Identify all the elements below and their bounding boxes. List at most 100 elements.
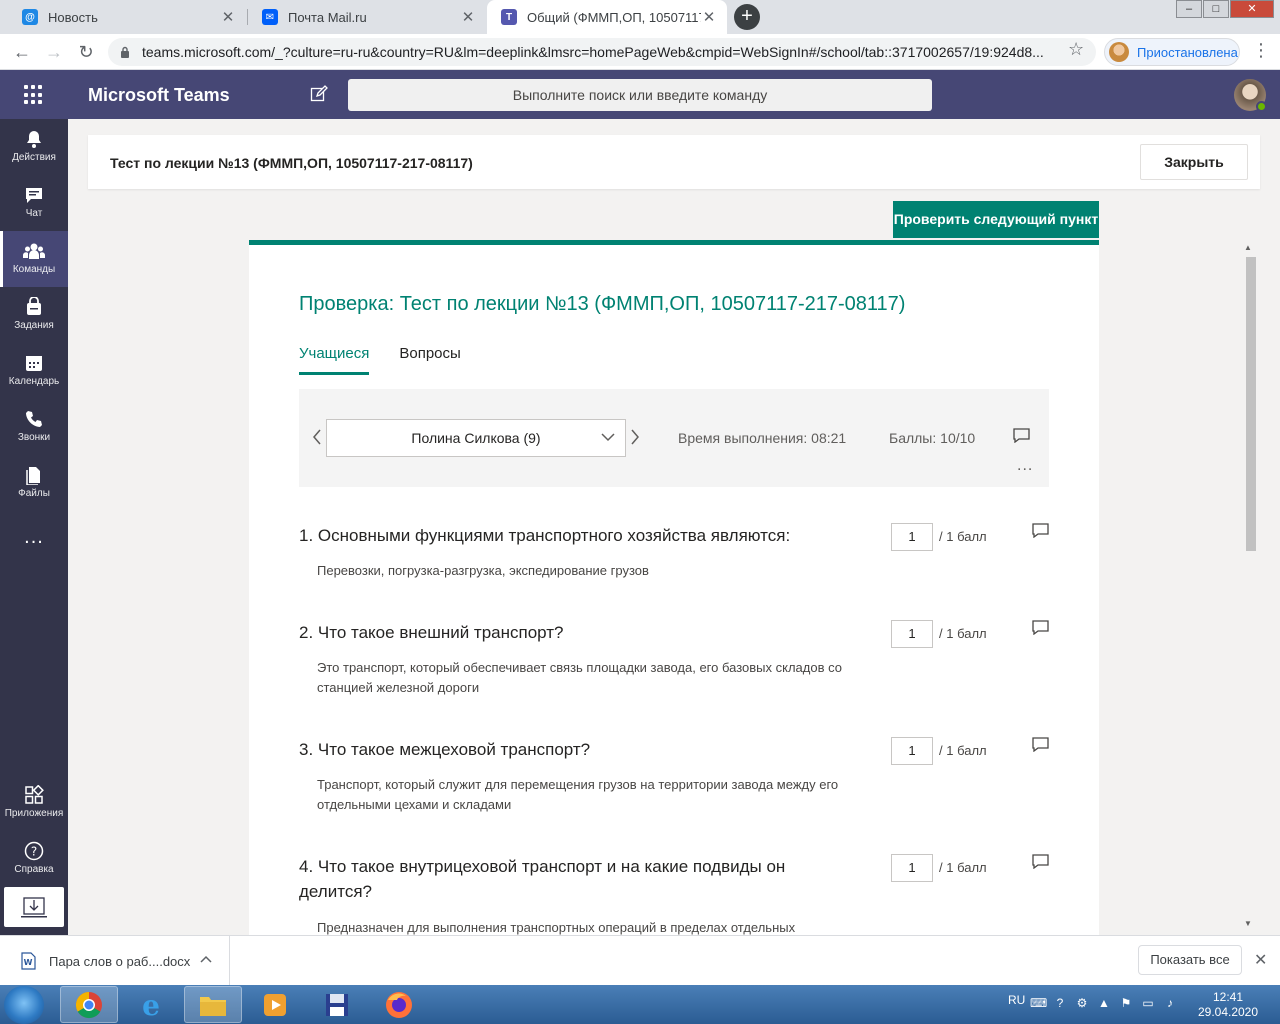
minimize-button[interactable]: – [1176,0,1202,18]
comment-icon[interactable] [1032,523,1049,538]
rail-item-calls[interactable]: Звонки [0,399,68,455]
network-icon[interactable]: ▭ [1140,995,1156,1011]
taskbar-save[interactable] [308,986,366,1023]
browser-tab-news[interactable]: @ Новость ✕ [8,0,246,34]
close-tab-icon[interactable]: ✕ [701,8,717,26]
student-dropdown[interactable]: Полина Силкова (9) [326,419,626,457]
review-next-button[interactable]: Проверить следующий пункт [893,201,1099,238]
gear-icon[interactable]: ⚙ [1074,995,1090,1011]
volume-icon[interactable]: ♪ [1162,995,1178,1011]
student-name: Полина Силкова (9) [411,430,541,446]
browser-tab-teams[interactable]: T Общий (ФММП,ОП, 10507117-2 ✕ [487,0,727,34]
files-icon [26,467,40,485]
url-field[interactable]: teams.microsoft.com/_?culture=ru-ru&coun… [108,38,1096,66]
taskbar: e RU ⌨ ? ⚙ ▲ ⚑ ▭ ♪ 12:41 29.04.2020 [0,985,1280,1024]
window-controls: – □ ✕ [1175,0,1274,18]
taskbar-firefox[interactable] [370,986,428,1023]
comment-icon[interactable] [1032,737,1049,752]
profile-button[interactable]: Приостановлена [1104,38,1240,66]
browser-tab-mail[interactable]: ✉ Почта Mail.ru ✕ [248,0,486,34]
chevron-right-icon[interactable] [629,427,641,447]
max-score: / 1 балл [939,626,987,641]
bookmark-star-icon[interactable]: ☆ [1068,39,1084,60]
comment-icon[interactable] [1032,854,1049,869]
close-window-button[interactable]: ✕ [1230,0,1274,18]
maximize-button[interactable]: □ [1203,0,1229,18]
app-launcher-icon[interactable] [24,85,44,105]
taskbar-ie[interactable]: e [122,986,180,1023]
rail-item-chat[interactable]: Чат [0,175,68,231]
profile-avatar [1109,42,1129,62]
student-bar: Полина Силкова (9) Время выполнения: 08:… [299,389,1049,487]
browser-menu-icon[interactable]: ⋮ [1252,40,1270,61]
chevron-left-icon[interactable] [311,427,323,447]
tray-expand-icon[interactable]: ▲ [1096,995,1112,1011]
more-apps-icon[interactable]: ... [0,526,68,549]
download-icon [21,897,47,918]
chat-icon [26,188,42,203]
start-button[interactable] [4,986,44,1024]
search-input[interactable]: Выполните поиск или введите команду [348,79,932,111]
download-item[interactable]: W Пара слов о раб....docx [0,936,230,986]
floppy-disk-icon [326,993,348,1016]
close-tab-icon[interactable]: ✕ [220,8,236,26]
rail-label: Чат [25,208,43,219]
max-score: / 1 балл [939,529,987,544]
teams-icon: T [501,9,517,25]
taskbar-media[interactable] [246,986,304,1023]
close-tab-icon[interactable]: ✕ [460,8,476,26]
rail-item-files[interactable]: Файлы [0,455,68,511]
new-tab-button[interactable]: + [734,4,760,30]
rail-item-activity[interactable]: Действия [0,119,68,175]
language-indicator[interactable]: RU [1008,993,1025,1007]
app-title: Microsoft Teams [88,85,230,105]
clock[interactable]: 12:41 29.04.2020 [1196,990,1260,1020]
reload-icon[interactable]: ↻ [74,40,98,64]
show-all-button[interactable]: Показать все [1138,945,1242,975]
comment-icon[interactable] [1013,428,1030,443]
keyboard-icon[interactable]: ⌨ [1030,995,1047,1011]
scroll-down-arrow[interactable]: ▼ [1244,919,1252,928]
tab-questions[interactable]: Вопросы [399,345,460,375]
new-chat-icon[interactable] [310,85,328,103]
tab-students[interactable]: Учащиеся [299,345,370,375]
rail-item-apps[interactable]: Приложения [0,775,68,831]
review-panel: Проверка: Тест по лекции №13 (ФММП,ОП, 1… [249,240,1099,935]
bell-icon [27,131,41,148]
left-rail: Действия Чат Команды Задания Календарь З… [0,119,68,935]
rail-item-teams[interactable]: Команды [0,231,68,287]
taskbar-chrome[interactable] [60,986,118,1023]
clock-date: 29.04.2020 [1197,1005,1259,1019]
score-input[interactable]: 1 [891,620,933,648]
more-options-icon[interactable]: ... [1017,457,1033,475]
rail-item-calendar[interactable]: Календарь [0,343,68,399]
chevron-down-icon [601,433,615,442]
chevron-up-icon[interactable] [200,954,212,964]
downloads-bar: W Пара слов о раб....docx Показать все ✕ [0,935,1280,986]
close-icon[interactable]: ✕ [1254,950,1267,970]
apps-icon [25,785,44,804]
comment-icon[interactable] [1032,620,1049,635]
max-score: / 1 балл [939,860,987,875]
taskbar-explorer[interactable] [184,986,242,1023]
svg-text:W: W [24,958,33,967]
rail-item-help[interactable]: ? Справка [0,831,68,887]
rail-item-assignments[interactable]: Задания [0,287,68,343]
total-score: Баллы: 10/10 [889,430,976,446]
calendar-icon [26,356,42,371]
help-tray-icon[interactable]: ? [1052,995,1068,1011]
flag-icon[interactable]: ⚑ [1118,995,1134,1011]
scroll-up-arrow[interactable]: ▲ [1244,243,1252,252]
url-text: teams.microsoft.com/_?culture=ru-ru&coun… [142,44,1044,60]
score-input[interactable]: 1 [891,854,933,882]
download-app-button[interactable] [4,887,64,927]
back-icon[interactable]: ← [10,40,34,64]
assignments-icon [27,297,41,315]
close-button[interactable]: Закрыть [1140,144,1248,180]
word-document-icon: W [21,952,36,970]
question-title: 4. Что такое внутрицеховой транспорт и н… [299,857,786,901]
score-input[interactable]: 1 [891,523,933,551]
forward-icon[interactable]: → [42,40,66,64]
scrollbar-thumb[interactable] [1246,257,1256,551]
score-input[interactable]: 1 [891,737,933,765]
